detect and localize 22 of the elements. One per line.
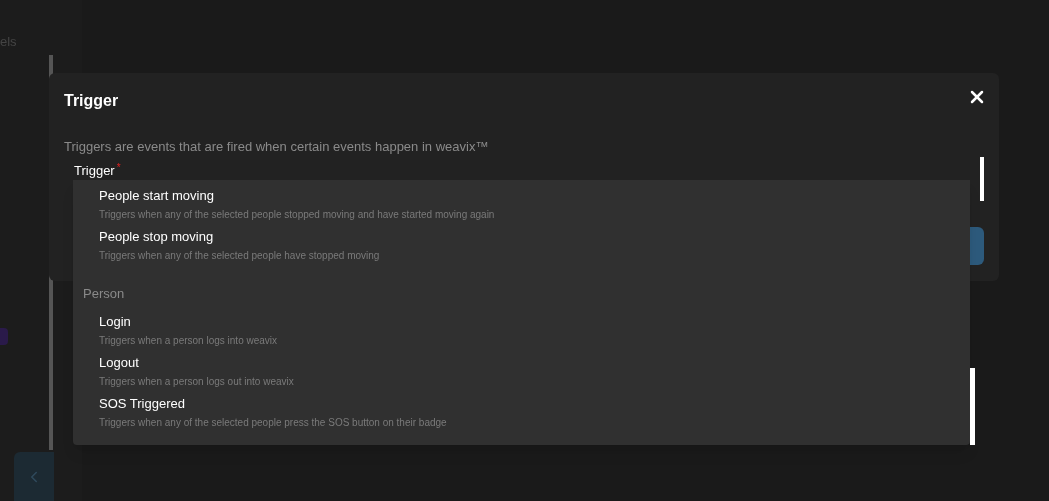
- option-description: Triggers when any of the selected people press the SOS button on their badge: [99, 415, 448, 430]
- scrollbar: [980, 157, 984, 201]
- option-title: SOS Triggered: [99, 394, 186, 412]
- option-description: Triggers when a person logs out into weavix: [99, 374, 295, 389]
- badge-icon: [0, 328, 8, 345]
- modal-description: Triggers are events that are fired when certain events happen in weavix™: [64, 138, 490, 156]
- field-label: Trigger: [74, 162, 115, 178]
- option-title: Logout: [99, 353, 140, 371]
- dropdown-option[interactable]: Logout Triggers when a person logs out into weavix: [73, 350, 970, 392]
- required-mark: *: [116, 162, 121, 173]
- group-label: Person: [82, 285, 126, 303]
- option-title: People stop moving: [99, 228, 215, 245]
- option-description: Triggers when a person logs into weavix: [99, 333, 279, 348]
- option-description: Triggers when any of the selected people stopped moving and have started moving again: [99, 208, 496, 222]
- dropdown-option[interactable]: SOS Triggered Triggers when any of the selected people press the SOS button on their badge: [73, 391, 970, 433]
- option-description: Triggers when any of the selected people have stopped moving: [99, 249, 381, 263]
- dropdown-option[interactable]: People start moving Triggers when any of the selected people stopped moving and have started moving again: [73, 184, 970, 225]
- option-title: People start moving: [99, 187, 215, 204]
- modal-title: Trigger: [64, 91, 119, 111]
- option-title: Login: [99, 312, 132, 330]
- dropdown-option[interactable]: People stop moving Triggers when any of the selected people have stopped moving: [73, 225, 970, 266]
- dropdown-option[interactable]: Login Triggers when a person logs into weavix: [73, 309, 970, 351]
